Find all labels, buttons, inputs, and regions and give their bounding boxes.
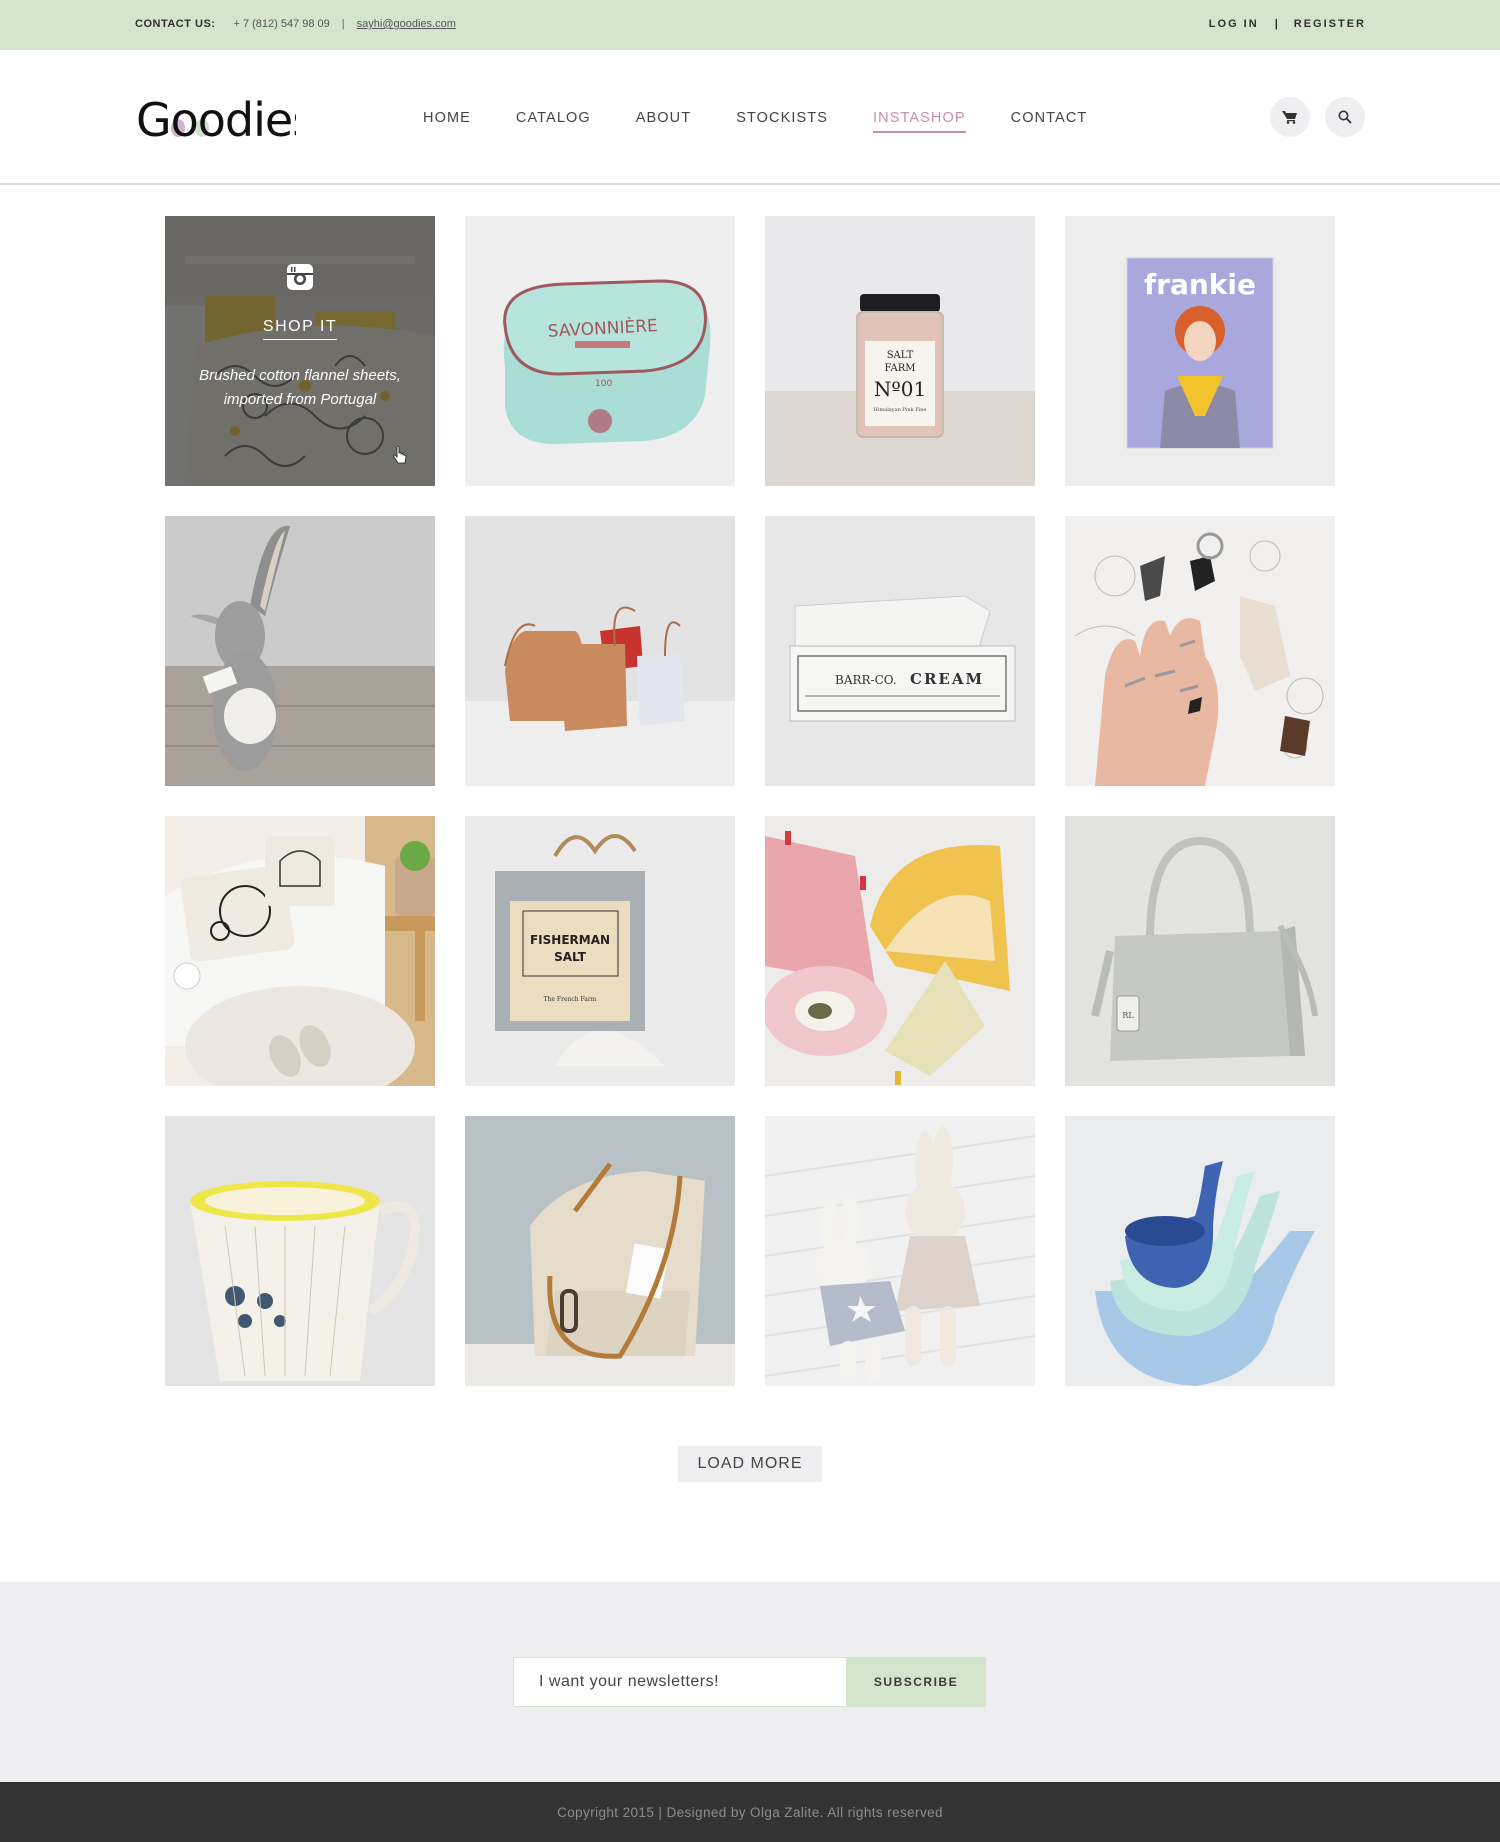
- product-image-whale-bowls: [1065, 1116, 1335, 1386]
- product-tile[interactable]: frankie: [1065, 216, 1335, 486]
- product-image-hand-cream: BARR-CO. CREAM: [765, 516, 1035, 786]
- svg-text:100: 100: [595, 379, 612, 389]
- svg-text:CREAM: CREAM: [910, 670, 984, 688]
- newsletter-email-input[interactable]: [513, 1657, 846, 1707]
- newsletter-section: SUBSCRIBE: [0, 1582, 1500, 1782]
- product-tile[interactable]: [1065, 1116, 1335, 1386]
- nav-stockists[interactable]: STOCKISTS: [736, 110, 828, 133]
- phone-number[interactable]: + 7 (812) 547 98 09: [233, 18, 329, 30]
- product-image-sofa: [165, 816, 435, 1086]
- nav-catalog[interactable]: CATALOG: [516, 110, 591, 133]
- nav-instashop[interactable]: INSTASHOP: [873, 110, 966, 133]
- svg-text:RL: RL: [1122, 1011, 1134, 1020]
- nav-home[interactable]: HOME: [423, 110, 471, 133]
- svg-text:Himalayan Pink Fine: Himalayan Pink Fine: [874, 407, 927, 413]
- product-image-magazine: frankie: [1065, 216, 1335, 486]
- product-tile[interactable]: [165, 1116, 435, 1386]
- nav-contact[interactable]: CONTACT: [1011, 110, 1088, 133]
- cart-button[interactable]: [1270, 97, 1310, 137]
- product-tile[interactable]: SHOP IT Brushed cotton flannel sheets, i…: [165, 216, 435, 486]
- product-description: Brushed cotton flannel sheets, imported …: [185, 364, 415, 412]
- description-line: imported from Portugal: [223, 391, 377, 408]
- product-tile[interactable]: BARR-CO. CREAM: [765, 516, 1035, 786]
- cart-icon: [1282, 111, 1297, 124]
- product-image-tote-bag: [465, 1116, 735, 1386]
- product-tile[interactable]: [765, 816, 1035, 1086]
- product-image-handbag: RL: [1065, 816, 1335, 1086]
- product-image-felt-bunny: [165, 516, 435, 786]
- svg-text:FISHERMAN: FISHERMAN: [530, 933, 610, 947]
- svg-text:Goodies: Goodies: [136, 93, 296, 146]
- auth-links: LOG IN | REGISTER: [1209, 18, 1366, 30]
- hover-overlay[interactable]: SHOP IT Brushed cotton flannel sheets, i…: [165, 216, 435, 486]
- product-image-salt-jar: SALT FARM Nº01 Himalayan Pink Fine: [765, 216, 1035, 486]
- product-tile[interactable]: [765, 1116, 1035, 1386]
- nav-about[interactable]: ABOUT: [636, 110, 691, 133]
- site-header: Goodies HOME CATALOG ABOUT STOCKISTS INS…: [0, 50, 1500, 185]
- product-tile[interactable]: RL: [1065, 816, 1335, 1086]
- product-image-mug: [165, 1116, 435, 1386]
- load-more-button[interactable]: LOAD MORE: [678, 1446, 822, 1482]
- svg-text:BARR-CO.: BARR-CO.: [835, 673, 897, 687]
- product-tile[interactable]: [165, 816, 435, 1086]
- svg-text:SALT: SALT: [887, 350, 914, 361]
- contact-label: CONTACT US:: [135, 18, 216, 30]
- contact-separator: |: [341, 18, 345, 30]
- product-tile[interactable]: FISHERMAN SALT The French Farm: [465, 816, 735, 1086]
- shop-it-link[interactable]: SHOP IT: [262, 318, 338, 340]
- email-link[interactable]: sayhi@goodies.com: [357, 18, 456, 30]
- product-tile[interactable]: [165, 516, 435, 786]
- product-image-tea-packaging: [765, 816, 1035, 1086]
- product-tile[interactable]: [465, 1116, 735, 1386]
- product-image-soap-tin: SAVONNIÈRE 100: [465, 216, 735, 486]
- register-link[interactable]: REGISTER: [1294, 18, 1366, 30]
- main-nav: HOME CATALOG ABOUT STOCKISTS INSTASHOP C…: [423, 110, 1132, 133]
- top-bar: CONTACT US: + 7 (812) 547 98 09 | sayhi@…: [0, 0, 1500, 50]
- product-image-bucket-bags: [465, 516, 735, 786]
- instagram-icon: [287, 264, 313, 290]
- subscribe-button[interactable]: SUBSCRIBE: [846, 1657, 986, 1707]
- svg-text:frankie: frankie: [1144, 268, 1256, 301]
- hand-cursor-icon: [393, 446, 407, 464]
- svg-text:SALT: SALT: [554, 950, 587, 964]
- svg-text:The French Farm: The French Farm: [544, 996, 597, 1003]
- product-image-rings: [1065, 516, 1335, 786]
- product-tile[interactable]: [1065, 516, 1335, 786]
- newsletter-form: SUBSCRIBE: [513, 1657, 986, 1707]
- logo-wordmark: Goodies: [136, 93, 296, 146]
- product-tile[interactable]: [465, 516, 735, 786]
- logo[interactable]: Goodies: [136, 90, 296, 146]
- copyright-text: Copyright 2015 | Designed by Olga Zalite…: [557, 1804, 943, 1820]
- auth-separator: |: [1274, 18, 1278, 30]
- svg-text:FARM: FARM: [884, 363, 915, 374]
- product-tile[interactable]: SAVONNIÈRE 100: [465, 216, 735, 486]
- product-image-knitted-bunnies: [765, 1116, 1035, 1386]
- product-image-fisherman-salt: FISHERMAN SALT The French Farm: [465, 816, 735, 1086]
- contact-info: CONTACT US: + 7 (812) 547 98 09 | sayhi@…: [135, 18, 456, 30]
- product-tile[interactable]: SALT FARM Nº01 Himalayan Pink Fine: [765, 216, 1035, 486]
- description-line: Brushed cotton flannel sheets,: [199, 367, 401, 384]
- search-button[interactable]: [1325, 97, 1365, 137]
- svg-text:Nº01: Nº01: [874, 377, 926, 401]
- site-footer: Copyright 2015 | Designed by Olga Zalite…: [0, 1782, 1500, 1842]
- search-icon: [1338, 110, 1352, 124]
- login-link[interactable]: LOG IN: [1209, 18, 1259, 30]
